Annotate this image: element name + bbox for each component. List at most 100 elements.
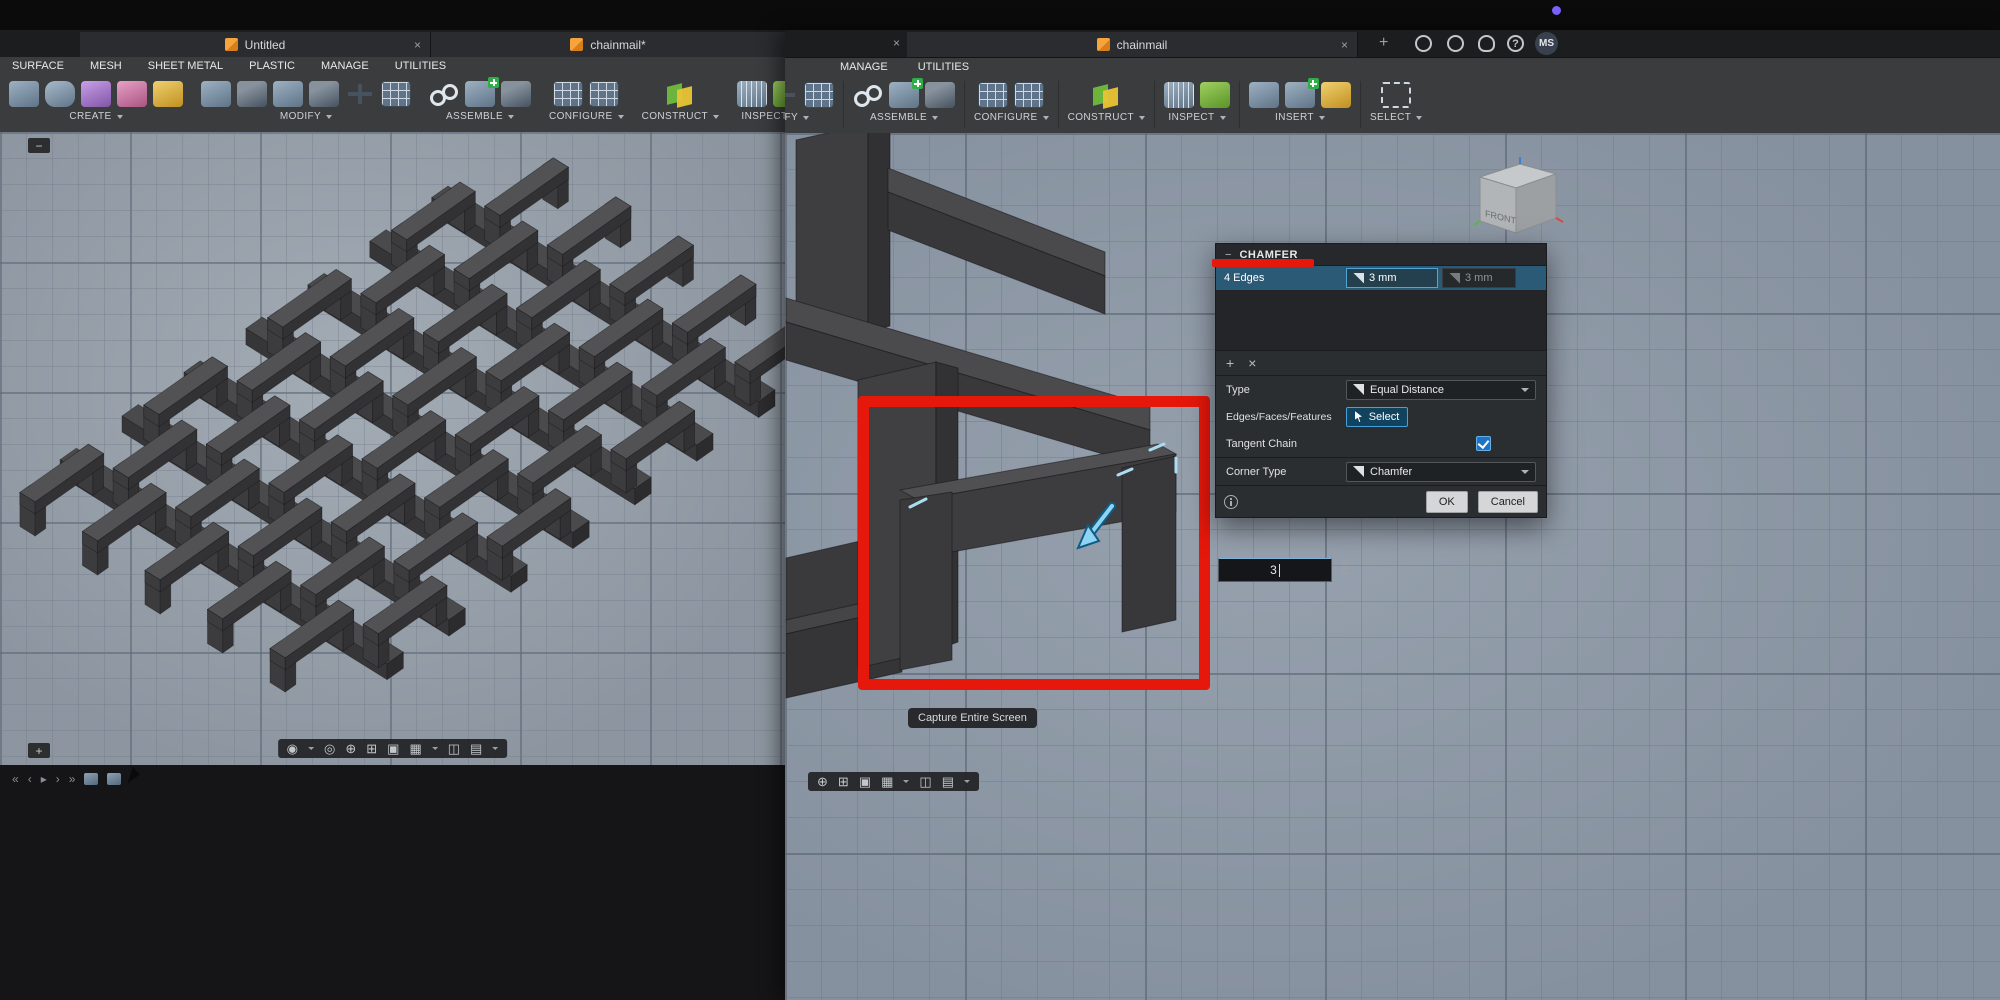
link-icon[interactable] [429,81,459,107]
configure-menu[interactable]: CONFIGURE [549,111,624,122]
pan-icon[interactable]: ⊕ [817,775,828,788]
caret-down-icon[interactable] [903,780,910,783]
variant-table-icon[interactable] [589,81,620,107]
menu-manage[interactable]: MANAGE [840,61,888,73]
configure-menu[interactable]: CONFIGURE [974,112,1049,123]
remove-edge-set-button[interactable]: × [1248,355,1256,371]
assemble-menu[interactable]: ASSEMBLE [853,112,955,123]
configuration-icon[interactable] [553,81,584,107]
construct-menu[interactable]: CONSTRUCT [642,111,719,122]
viewports-icon[interactable]: ▤ [942,775,954,788]
timeline-feature-icon[interactable] [84,773,99,785]
new-tab-button[interactable]: + [1379,34,1388,52]
look-at-icon[interactable]: ◎ [324,742,335,755]
fit-icon[interactable]: ▣ [387,742,399,755]
construction-plane-icon[interactable] [665,81,695,107]
menu-utilities[interactable]: UTILITIES [395,60,446,72]
construction-plane-icon[interactable] [1091,82,1121,108]
timeline-begin-icon[interactable]: « [12,772,19,786]
new-component-icon[interactable] [465,77,499,107]
caret-down-icon[interactable] [492,747,499,750]
change-parameters-icon[interactable] [804,82,834,108]
chamfer-distance-input[interactable]: 3 [1218,558,1332,582]
browser-expand-button[interactable]: + [28,743,50,758]
assemble-menu[interactable]: ASSEMBLE [429,111,531,122]
tab-chainmail-modified[interactable]: chainmail* [431,32,785,57]
tangent-chain-checkbox[interactable] [1476,436,1491,451]
avatar[interactable]: MS [1535,32,1558,55]
measure-icon[interactable] [1163,82,1194,108]
view-cube[interactable]: FRONT [1468,155,1568,243]
modify-menu[interactable]: MODIFY [201,111,411,122]
chainmail-model[interactable] [0,132,785,765]
select-icon[interactable] [1381,82,1412,108]
fit-icon[interactable]: ▣ [859,775,871,788]
tab-chainmail[interactable]: chainmail × [907,32,1358,57]
menu-manage[interactable]: MANAGE [321,60,369,72]
move-copy-icon[interactable] [785,82,798,108]
menu-plastic[interactable]: PLASTIC [249,60,295,72]
section-analysis-icon[interactable] [772,81,785,107]
timeline-forward-icon[interactable]: › [56,772,60,786]
tab-close-icon[interactable]: × [414,38,421,52]
select-menu[interactable]: SELECT [1370,112,1423,123]
extensions-icon[interactable] [1447,35,1464,52]
insert-menu[interactable]: INSERT [1249,112,1351,123]
corner-type-dropdown[interactable]: Chamfer [1346,461,1536,482]
caret-down-icon[interactable] [308,747,314,750]
tab-close-icon[interactable]: × [1341,38,1348,52]
construct-menu[interactable]: CONSTRUCT [1068,112,1145,123]
decal-icon[interactable] [1248,82,1279,108]
menu-surface[interactable]: SURFACE [12,60,64,72]
type-dropdown[interactable]: Equal Distance [1346,379,1536,400]
zoom-icon[interactable]: ⊞ [838,775,849,788]
cylinder-icon[interactable] [45,81,75,107]
joint-icon[interactable] [925,82,955,108]
split-body-icon[interactable] [153,81,183,107]
solid-box-icon[interactable] [9,81,39,107]
measure-icon[interactable] [736,81,767,107]
press-pull-icon[interactable] [201,81,231,107]
link-icon[interactable] [853,82,883,108]
select-button[interactable]: Select [1346,406,1408,427]
orbit-icon[interactable]: ◉ [287,742,298,755]
caret-down-icon[interactable] [431,747,438,750]
display-settings-icon[interactable]: ▦ [881,775,893,788]
inspect-menu[interactable]: INSPECT [737,111,785,122]
timeline-end-icon[interactable]: » [69,772,76,786]
viewport-right[interactable]: FRONT − CHAMFER 4 Edges 3 mm 3 mm + × Ty… [785,133,2000,1000]
menu-mesh[interactable]: MESH [90,60,122,72]
ok-button[interactable]: OK [1425,490,1468,513]
zoom-icon[interactable]: ⊞ [366,742,377,755]
notifications-bell-icon[interactable] [1478,35,1495,52]
display-settings-icon[interactable]: ▦ [409,742,421,755]
caret-down-icon[interactable] [964,780,970,783]
shell-icon[interactable] [273,81,303,107]
joint-icon[interactable] [501,81,531,107]
canvas-icon[interactable] [1320,82,1351,108]
new-component-icon[interactable] [889,78,923,108]
menu-sheet-metal[interactable]: SHEET METAL [148,60,223,72]
fillet-icon[interactable] [237,81,267,107]
history-icon[interactable] [1415,35,1432,52]
modify-menu[interactable]: MODIFY [785,112,834,123]
combine-icon[interactable] [309,81,339,107]
create-menu[interactable]: CREATE [9,111,183,122]
menu-utilities[interactable]: UTILITIES [918,61,969,73]
viewport-left[interactable]: − + ◉ ◎ ⊕ ⊞ ▣ ▦ ◫ ▤ [0,132,785,765]
sketch-icon[interactable] [81,81,111,107]
edge-set-row[interactable]: 4 Edges 3 mm 3 mm [1216,266,1546,290]
insert-mesh-icon[interactable] [1284,78,1319,108]
configuration-icon[interactable] [978,82,1009,108]
cancel-button[interactable]: Cancel [1477,490,1538,513]
grid-settings-icon[interactable]: ◫ [448,742,460,755]
input-drag-handle-icon[interactable] [1342,561,1350,577]
timeline-back-icon[interactable]: ‹ [28,772,32,786]
form-icon[interactable] [117,81,147,107]
variant-table-icon[interactable] [1014,82,1045,108]
move-copy-icon[interactable] [345,81,375,107]
browser-collapse-button[interactable]: − [28,138,50,153]
distance-two-cell[interactable]: 3 mm [1442,268,1516,288]
distance-one-cell[interactable]: 3 mm [1346,268,1438,288]
info-icon[interactable] [1224,494,1238,509]
